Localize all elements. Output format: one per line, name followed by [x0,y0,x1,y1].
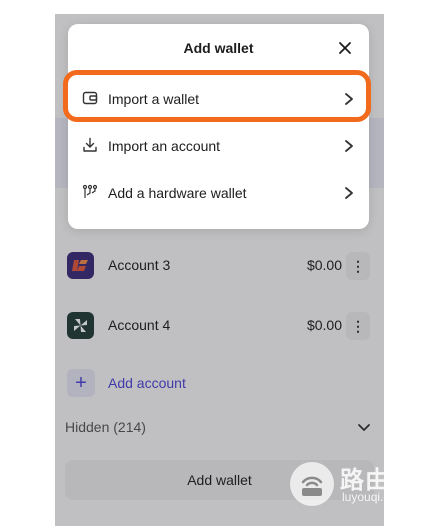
close-icon[interactable] [335,38,355,58]
router-logo-icon [290,462,334,506]
hardware-wallet-label: Add a hardware wallet [108,185,247,201]
highlight-callout-box [63,70,371,122]
add-wallet-modal: Add wallet Import a wallet Import an acc… [68,24,369,229]
chevron-right-icon [345,187,353,199]
import-account-option[interactable]: Import an account [68,124,369,168]
hardware-wallet-icon [82,184,98,198]
modal-title: Add wallet [183,40,254,56]
watermark-url: luyouqi.com [342,490,407,504]
chevron-right-icon [345,140,353,152]
hardware-wallet-option[interactable]: Add a hardware wallet [68,171,369,215]
import-account-label: Import an account [108,138,221,154]
download-icon [83,137,97,152]
watermark: 路由器 luyouqi.com [290,460,420,510]
